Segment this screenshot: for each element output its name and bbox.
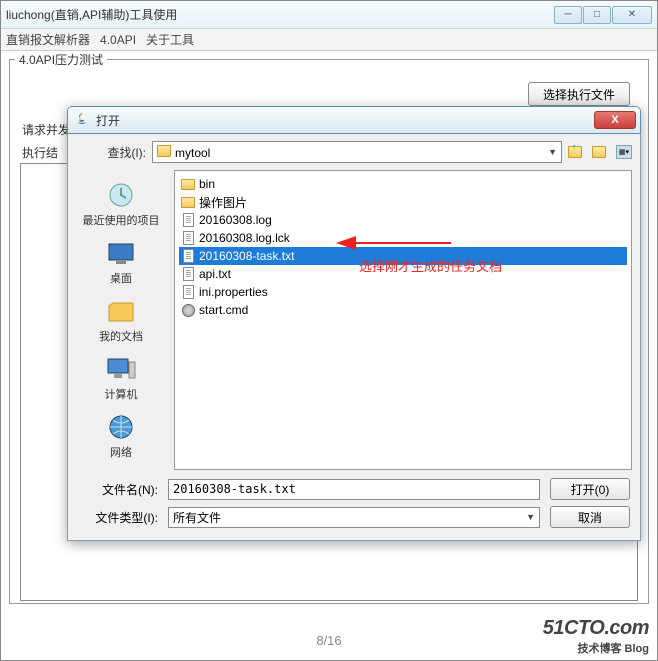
file-icon xyxy=(181,249,195,263)
file-icon xyxy=(181,213,195,227)
file-icon xyxy=(181,267,195,281)
file-list[interactable]: bin 操作图片 20160308.log 20160308.log.lck 20160… xyxy=(174,170,632,470)
recent-icon xyxy=(104,180,138,210)
minimize-button[interactable]: ─ xyxy=(554,6,582,24)
select-exec-file-button[interactable]: 选择执行文件 xyxy=(528,82,630,106)
watermark-line1: 51CTO.com xyxy=(543,617,649,640)
page-number: 8/16 xyxy=(316,633,341,648)
network-icon xyxy=(104,412,138,442)
filetype-dropdown[interactable]: 所有文件 ▼ xyxy=(168,507,540,528)
java-icon xyxy=(74,112,90,128)
folder-icon xyxy=(181,177,195,191)
file-item-label: 20160308-task.txt xyxy=(199,249,294,263)
filetype-label: 文件类型(I): xyxy=(74,509,158,526)
documents-icon xyxy=(104,296,138,326)
lookin-value: mytool xyxy=(175,146,210,160)
file-item-label: ini.properties xyxy=(199,285,268,299)
dialog-titlebar: 打开 X xyxy=(67,106,641,134)
place-desktop[interactable]: 桌面 xyxy=(76,234,166,290)
file-item[interactable]: 20160308.log.lck xyxy=(179,229,627,247)
file-item-label: 20160308.log xyxy=(199,213,272,227)
maximize-button[interactable]: □ xyxy=(583,6,611,24)
watermark: 51CTO.com 技术博客 Blog xyxy=(543,617,649,656)
lookin-label: 查找(I): xyxy=(76,144,146,161)
places-bar: 最近使用的项目 桌面 我的文档 计算机 网络 xyxy=(68,170,174,470)
computer-icon xyxy=(104,354,138,384)
place-network[interactable]: 网络 xyxy=(76,408,166,464)
file-icon xyxy=(181,285,195,299)
file-item-label: 操作图片 xyxy=(199,194,247,211)
file-item[interactable]: bin xyxy=(179,175,627,193)
file-item[interactable]: start.cmd xyxy=(179,301,627,319)
window-buttons: ─ □ ✕ xyxy=(553,6,652,24)
main-titlebar: liuchong(直销,API辅助)工具使用 ─ □ ✕ xyxy=(1,1,657,29)
new-folder-icon[interactable] xyxy=(592,143,610,161)
gear-icon xyxy=(181,303,195,317)
menubar: 直销报文解析器 4.0API 关于工具 xyxy=(1,29,657,51)
folder-icon xyxy=(181,195,195,209)
file-item-label: bin xyxy=(199,177,215,191)
file-item[interactable]: ini.properties xyxy=(179,283,627,301)
file-item-label: 20160308.log.lck xyxy=(199,231,290,245)
chevron-down-icon: ▼ xyxy=(526,512,535,522)
close-button[interactable]: ✕ xyxy=(612,6,652,24)
lookin-dropdown[interactable]: mytool ▼ xyxy=(152,141,562,163)
place-computer[interactable]: 计算机 xyxy=(76,350,166,406)
tab-label: 4.0API压力测试 xyxy=(15,51,107,68)
file-icon xyxy=(181,231,195,245)
file-item[interactable]: 20160308.log xyxy=(179,211,627,229)
dialog-body: 查找(I): mytool ▼ ↑ ▦▾ 最近使用的项目 桌面 xyxy=(67,134,641,541)
window-title: liuchong(直销,API辅助)工具使用 xyxy=(6,6,553,23)
dialog-close-button[interactable]: X xyxy=(594,111,636,129)
menu-about[interactable]: 关于工具 xyxy=(146,31,194,48)
dialog-title: 打开 xyxy=(96,112,594,129)
watermark-line2: 技术博客 Blog xyxy=(543,640,649,656)
open-file-dialog: 打开 X 查找(I): mytool ▼ ↑ ▦▾ 最近使用的项目 桌面 xyxy=(67,106,641,541)
open-button[interactable]: 打开(0) xyxy=(550,478,630,500)
desktop-icon xyxy=(104,238,138,268)
annotation-text: 选择刚才生成的任务文档 xyxy=(359,256,502,275)
file-item[interactable]: 操作图片 xyxy=(179,193,627,211)
dialog-bottom: 文件名(N): 打开(0) 文件类型(I): 所有文件 ▼ 取消 xyxy=(68,470,640,540)
filename-label: 文件名(N): xyxy=(74,481,158,498)
dialog-toolbar: 查找(I): mytool ▼ ↑ ▦▾ xyxy=(68,134,640,170)
place-documents[interactable]: 我的文档 xyxy=(76,292,166,348)
view-mode-icon[interactable]: ▦▾ xyxy=(616,145,632,159)
dialog-middle: 最近使用的项目 桌面 我的文档 计算机 网络 xyxy=(68,170,640,470)
file-item-label: start.cmd xyxy=(199,303,248,317)
place-recent[interactable]: 最近使用的项目 xyxy=(76,176,166,232)
file-item-label: api.txt xyxy=(199,267,231,281)
menu-api[interactable]: 4.0API xyxy=(100,33,136,47)
chevron-down-icon: ▼ xyxy=(548,147,557,157)
folder-icon xyxy=(157,145,171,157)
filename-input[interactable] xyxy=(168,479,540,500)
up-folder-icon[interactable]: ↑ xyxy=(568,143,586,161)
cancel-button[interactable]: 取消 xyxy=(550,506,630,528)
menu-parser[interactable]: 直销报文解析器 xyxy=(6,31,90,48)
